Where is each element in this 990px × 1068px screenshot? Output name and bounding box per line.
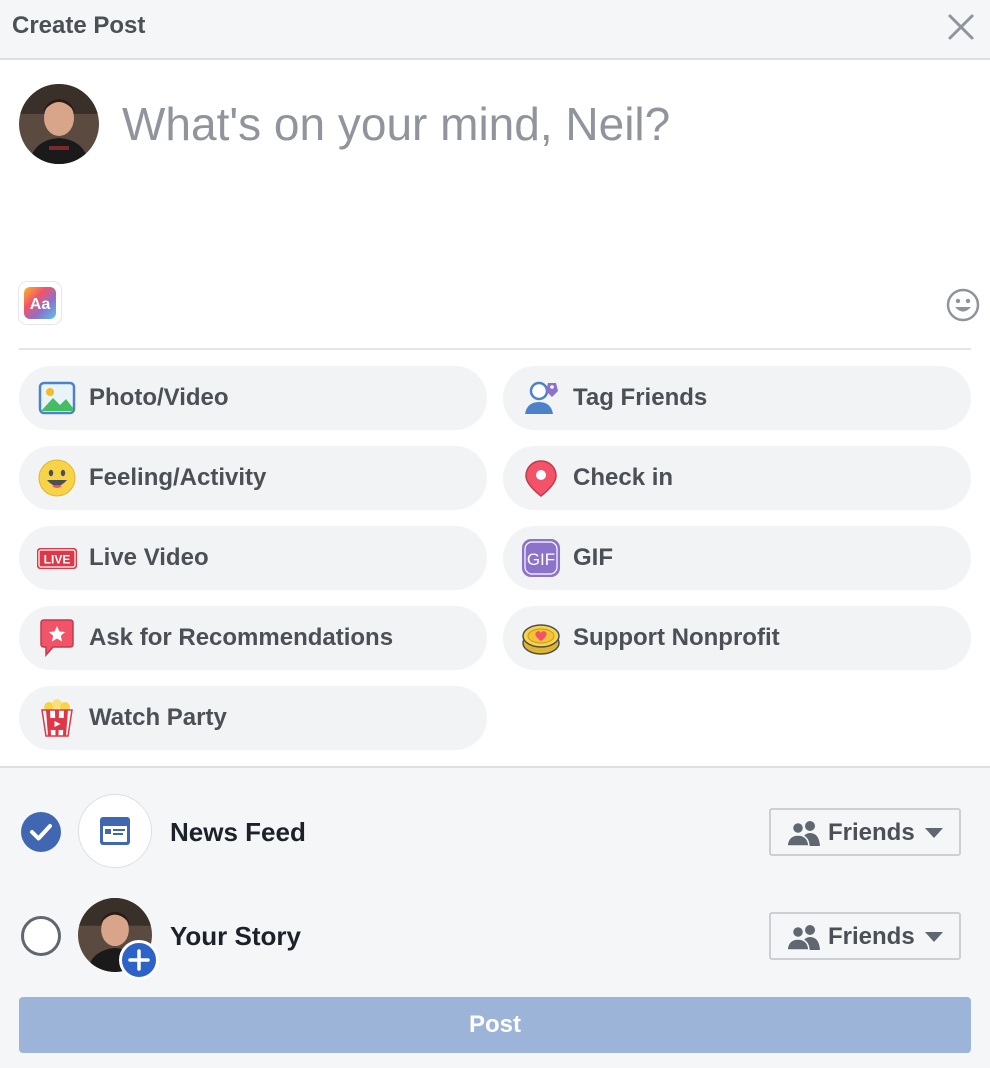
live-badge-text: LIVE	[44, 553, 71, 567]
audience-label: Friends	[828, 923, 915, 950]
option-label: Check in	[573, 464, 674, 491]
composer-area: Aa	[0, 60, 990, 350]
option-label: GIF	[573, 544, 613, 571]
live-video-icon: LIVE	[37, 548, 77, 569]
avatar	[19, 84, 99, 164]
option-label: Support Nonprofit	[573, 624, 780, 651]
people-icon	[787, 925, 820, 950]
your-story-audience-dropdown[interactable]: Friends	[769, 912, 961, 960]
live-video-button[interactable]: LIVE Live Video	[19, 526, 487, 590]
text-style-icon: Aa	[24, 287, 56, 319]
smiley-icon[interactable]	[946, 288, 980, 322]
feeling-icon	[38, 459, 76, 497]
close-icon[interactable]	[944, 10, 978, 44]
check-in-icon	[525, 460, 557, 497]
watch-party-icon	[41, 699, 73, 737]
nonprofit-icon	[522, 624, 560, 655]
option-label: Feeling/Activity	[89, 464, 267, 491]
audience-label: Friends	[828, 819, 915, 846]
tag-friends-button[interactable]: Tag Friends	[503, 366, 971, 430]
news-feed-checkbox[interactable]	[21, 812, 61, 852]
recommendations-icon	[40, 619, 74, 657]
your-story-label: Your Story	[170, 921, 301, 951]
option-label: Photo/Video	[89, 384, 229, 411]
photo-video-button[interactable]: Photo/Video	[19, 366, 487, 430]
check-in-button[interactable]: Check in	[503, 446, 971, 510]
watch-party-button[interactable]: Watch Party	[19, 686, 487, 750]
add-story-icon	[119, 940, 159, 980]
gif-button[interactable]: GIF GIF	[503, 526, 971, 590]
post-text-input[interactable]	[122, 94, 922, 154]
option-label: Tag Friends	[573, 384, 708, 411]
gif-badge-text: GIF	[527, 550, 555, 569]
divider	[19, 348, 971, 350]
tag-friends-icon	[525, 381, 558, 414]
photo-video-icon	[38, 381, 76, 415]
gif-icon: GIF	[522, 539, 560, 577]
share-destinations: News Feed Friends Your Story Friends Pos…	[0, 766, 990, 1068]
option-label: Ask for Recommendations	[89, 624, 394, 651]
ask-recommendations-button[interactable]: Ask for Recommendations	[19, 606, 487, 670]
your-story-checkbox[interactable]	[21, 916, 61, 956]
option-label: Live Video	[89, 544, 209, 571]
news-feed-label: News Feed	[170, 817, 306, 847]
option-label: Watch Party	[89, 704, 227, 731]
text-background-button[interactable]: Aa	[19, 282, 61, 324]
people-icon	[787, 821, 820, 846]
dialog-title: Create Post	[12, 12, 146, 39]
svg-text:Aa: Aa	[30, 296, 51, 313]
checkmark-icon	[30, 824, 52, 841]
news-feed-audience-dropdown[interactable]: Friends	[769, 808, 961, 856]
support-nonprofit-button[interactable]: Support Nonprofit	[503, 606, 971, 670]
dialog-header: Create Post	[0, 0, 990, 60]
news-feed-icon	[78, 794, 152, 868]
chevron-down-icon	[925, 828, 943, 838]
chevron-down-icon	[925, 932, 943, 942]
post-button[interactable]: Post	[19, 997, 971, 1053]
feeling-activity-button[interactable]: Feeling/Activity	[19, 446, 487, 510]
